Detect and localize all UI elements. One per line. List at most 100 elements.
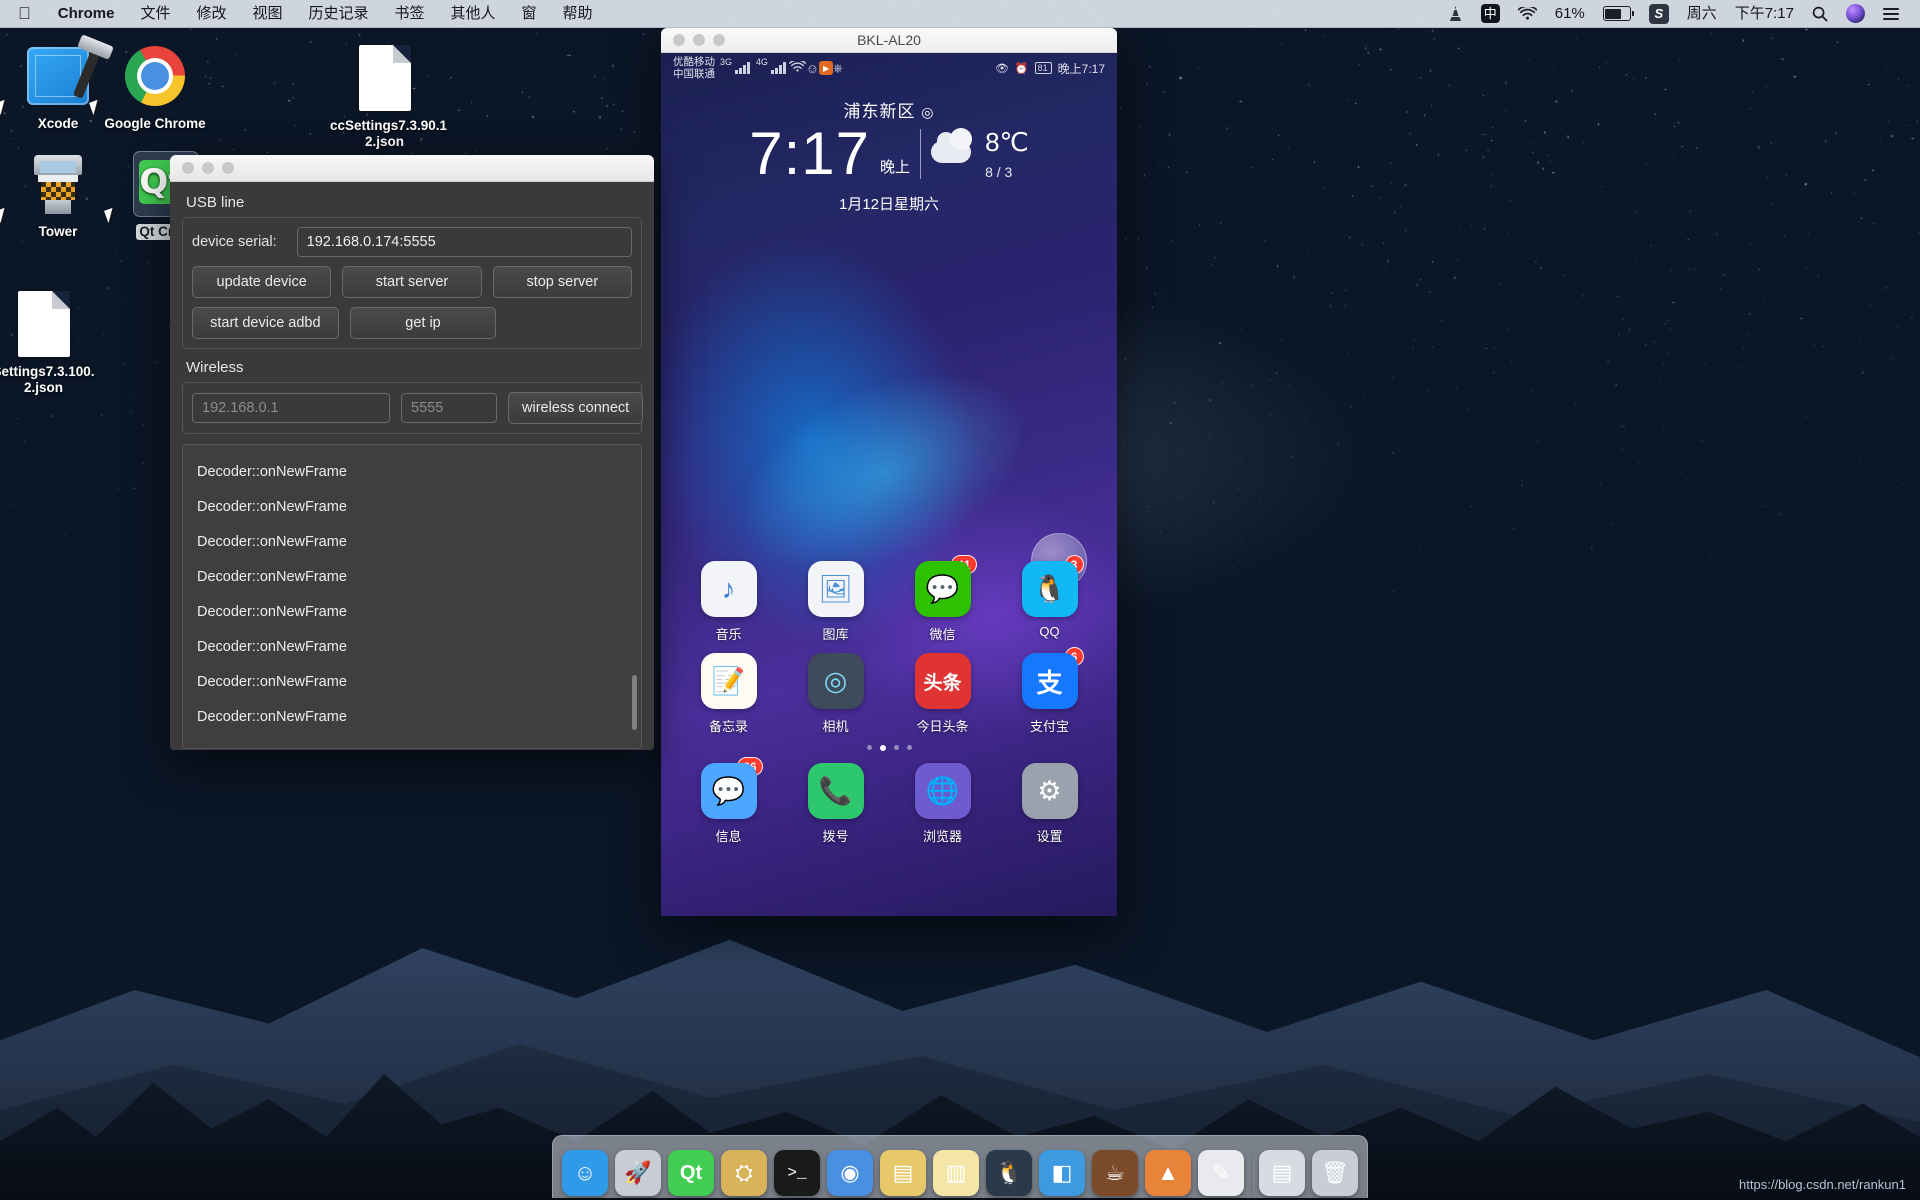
zoom-button[interactable] bbox=[222, 162, 234, 174]
app-messages[interactable]: 86💬信息 bbox=[686, 763, 772, 845]
log-scrollbar-thumb[interactable] bbox=[632, 675, 637, 730]
page-dot[interactable] bbox=[894, 745, 899, 750]
status-right-group: 👁 ⏰ 81 晚上7:17 bbox=[995, 60, 1105, 77]
dock-item-screen-sharing[interactable]: ◧ bbox=[1039, 1150, 1085, 1196]
desktop-icon-settings-json[interactable]: Settings7.3.100. 2.json bbox=[0, 288, 101, 396]
dock-item-qq[interactable]: 🐧 bbox=[986, 1150, 1032, 1196]
menu-item-people[interactable]: 其他人 bbox=[438, 0, 509, 27]
dock-item-finder[interactable]: ☺ bbox=[562, 1150, 608, 1196]
update-device-button[interactable]: update device bbox=[192, 266, 331, 298]
wireless-connect-button[interactable]: wireless connect bbox=[508, 392, 643, 424]
shield-icon: ⎈ bbox=[833, 61, 843, 76]
desktop-icon-label: Google Chrome bbox=[101, 116, 208, 132]
qt-adb-tool-window[interactable]: USB line device serial: update device st… bbox=[170, 155, 654, 750]
desktop-icon-google-chrome[interactable]: Google Chrome bbox=[95, 40, 215, 132]
dock-item-preview[interactable]: ✎ bbox=[1198, 1150, 1244, 1196]
menu-item-view[interactable]: 视图 bbox=[239, 0, 295, 27]
app-label: 备忘录 bbox=[686, 716, 772, 735]
battery-icon[interactable] bbox=[1594, 6, 1640, 21]
menu-bar-clock[interactable]: 下午7:17 bbox=[1726, 0, 1803, 27]
app-label: 音乐 bbox=[686, 624, 772, 643]
macos-dock[interactable]: ☺ 🚀 Qt ⛭ >_ ◉ ▤ ▥ 🐧 ◧ ☕ ▲ ✎ ▤ 🗑 bbox=[552, 1135, 1368, 1198]
gallery-icon: 🖼 bbox=[808, 561, 864, 617]
app-toutiao[interactable]: 头条 今日头条 bbox=[900, 653, 986, 735]
dock-item-downloads-stack[interactable]: ▤ bbox=[1259, 1150, 1305, 1196]
desktop-icon-label-line1: Settings7.3.100. bbox=[0, 364, 98, 380]
messages-icon: 💬 bbox=[701, 763, 757, 819]
weather-high-low: 8 / 3 bbox=[985, 164, 1029, 180]
menu-item-chrome[interactable]: Chrome bbox=[45, 0, 128, 27]
app-wechat[interactable]: 41💬微信 bbox=[900, 561, 986, 643]
qt-window-titlebar[interactable] bbox=[170, 155, 654, 182]
get-ip-button[interactable]: get ip bbox=[350, 307, 497, 339]
menu-item-help[interactable]: 帮助 bbox=[550, 0, 606, 27]
phone-window-titlebar[interactable]: BKL-AL20 bbox=[661, 28, 1117, 53]
apple-icon[interactable]:  bbox=[14, 0, 45, 27]
wireless-port-input[interactable] bbox=[401, 393, 497, 423]
app-gallery[interactable]: 🖼 图库 bbox=[793, 561, 879, 643]
menu-item-bookmarks[interactable]: 书签 bbox=[382, 0, 438, 27]
input-method-icon[interactable]: 中 bbox=[1472, 4, 1509, 23]
phone-mirror-window[interactable]: BKL-AL20 优酷移动 中国联通 3G 4G ☺ ▶ ⎈ 👁 ⏰ 81 晚上… bbox=[661, 28, 1117, 916]
device-serial-input[interactable] bbox=[297, 227, 632, 257]
app-alipay[interactable]: 6支支付宝 bbox=[1007, 653, 1093, 735]
weather-temperature: 8℃ bbox=[985, 127, 1029, 157]
dock-item-coffee-app[interactable]: ☕ bbox=[1092, 1150, 1138, 1196]
app-browser[interactable]: 🌐 浏览器 bbox=[900, 763, 986, 845]
menu-item-file[interactable]: 文件 bbox=[127, 0, 183, 27]
minimize-button[interactable] bbox=[202, 162, 214, 174]
home-screen-app-grid: ♪音乐🖼图库41💬微信3🐧QQ📝备忘录◎相机头条今日头条6支支付宝 86💬信息📞… bbox=[661, 561, 1117, 855]
menu-item-history[interactable]: 历史记录 bbox=[295, 0, 381, 27]
page-dot[interactable] bbox=[867, 745, 872, 750]
menu-item-window[interactable]: 窗 bbox=[509, 0, 550, 27]
app-label: 拨号 bbox=[793, 826, 879, 845]
desktop-icon-label: Xcode bbox=[35, 116, 82, 132]
dock-item-trash[interactable]: 🗑 bbox=[1312, 1150, 1358, 1196]
sogou-input-icon[interactable]: S bbox=[1640, 4, 1678, 24]
menu-item-edit[interactable]: 修改 bbox=[183, 0, 239, 27]
app-music[interactable]: ♪ 音乐 bbox=[686, 561, 772, 643]
page-dot[interactable] bbox=[880, 745, 886, 751]
clock-weather-row: 7:17 晚上 8℃ 8 / 3 bbox=[661, 124, 1117, 184]
desktop-icon-tower[interactable]: Tower bbox=[2, 148, 114, 240]
dock-item-sticky-notes[interactable]: ▤ bbox=[880, 1150, 926, 1196]
start-server-button[interactable]: start server bbox=[342, 266, 481, 298]
notes-icon: 📝 bbox=[701, 653, 757, 709]
dock-item-google-chrome[interactable]: ◉ bbox=[827, 1150, 873, 1196]
notification-center-icon[interactable] bbox=[1874, 8, 1908, 20]
app-settings-gear[interactable]: ⚙ 设置 bbox=[1007, 763, 1093, 845]
desktop-icon-ccsettings-json[interactable]: ccSettings7.3.90.1 2.json bbox=[327, 42, 442, 150]
app-notes[interactable]: 📝 备忘录 bbox=[686, 653, 772, 735]
net-type-1: 3G bbox=[720, 57, 732, 67]
log-line: Decoder::onNewFrame bbox=[197, 525, 627, 560]
siri-icon[interactable] bbox=[1837, 4, 1874, 23]
dock-item-tower[interactable]: ⛭ bbox=[721, 1150, 767, 1196]
phone-screen[interactable]: 优酷移动 中国联通 3G 4G ☺ ▶ ⎈ 👁 ⏰ 81 晚上7:17 浦东新区 bbox=[661, 53, 1117, 916]
dock-item-vlc[interactable]: ▲ bbox=[1145, 1150, 1191, 1196]
dock-item-launchpad[interactable]: 🚀 bbox=[615, 1150, 661, 1196]
page-indicator-dots[interactable] bbox=[661, 745, 1117, 751]
log-output-panel[interactable]: Decoder::onNewFrame Decoder::onNewFrame De… bbox=[182, 444, 642, 749]
app-row: 📝 备忘录 ◎相机头条今日头条 6支支付宝 bbox=[661, 653, 1117, 735]
close-button[interactable] bbox=[182, 162, 194, 174]
app-phone-dialer[interactable]: 📞 拨号 bbox=[793, 763, 879, 845]
stop-server-button[interactable]: stop server bbox=[493, 266, 632, 298]
ime-label: 中 bbox=[1481, 4, 1500, 23]
wifi-icon[interactable] bbox=[1509, 7, 1546, 21]
weather-clock-widget[interactable]: 浦东新区 ◎ 7:17 晚上 8℃ 8 / 3 1月12日星期六 bbox=[661, 83, 1117, 214]
dock-item-qt-creator[interactable]: Qt bbox=[668, 1150, 714, 1196]
app-camera[interactable]: ◎ 相机 bbox=[793, 653, 879, 735]
dock-item-terminal[interactable]: >_ bbox=[774, 1150, 820, 1196]
app-label: 信息 bbox=[686, 826, 772, 845]
location-pin-icon: ◎ bbox=[921, 104, 934, 120]
vlc-cone-icon[interactable] bbox=[1439, 5, 1472, 22]
wireless-ip-input[interactable] bbox=[192, 393, 390, 423]
start-device-adbd-button[interactable]: start device adbd bbox=[192, 307, 339, 339]
search-icon[interactable] bbox=[1803, 6, 1837, 22]
phone-status-bar: 优酷移动 中国联通 3G 4G ☺ ▶ ⎈ 👁 ⏰ 81 晚上7:17 bbox=[661, 53, 1117, 83]
dock-item-notes[interactable]: ▥ bbox=[933, 1150, 979, 1196]
page-dot[interactable] bbox=[907, 745, 912, 750]
app-qq[interactable]: 3🐧QQ bbox=[1007, 561, 1093, 643]
menu-bar-day[interactable]: 周六 bbox=[1678, 0, 1726, 27]
video-player-icon: ▶ bbox=[819, 61, 833, 75]
